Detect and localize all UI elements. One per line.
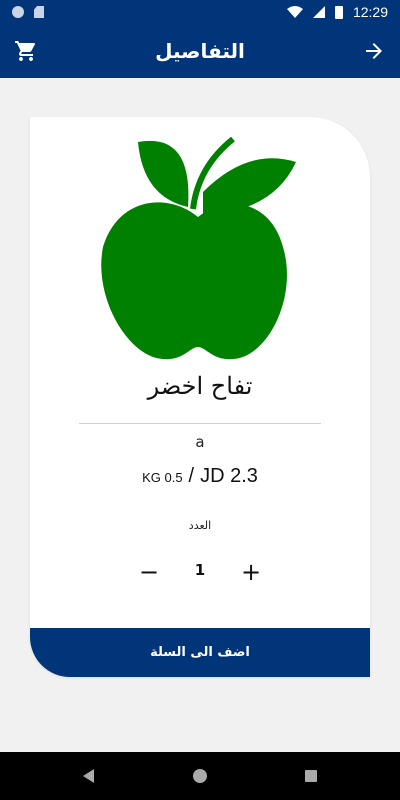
nav-recents-icon[interactable] [305, 770, 317, 782]
sd-card-icon [34, 6, 44, 18]
product-weight: KG 0.5 [142, 470, 183, 485]
product-description: a [195, 433, 205, 451]
nav-back-icon[interactable] [83, 769, 94, 783]
decrease-quantity-button[interactable]: − [139, 560, 159, 584]
notification-icon [12, 6, 24, 18]
product-name: تفاح اخضر [147, 372, 253, 400]
cart-icon[interactable] [14, 39, 38, 63]
status-left [12, 6, 44, 18]
add-to-cart-button[interactable]: اضف الى السلة [30, 628, 370, 677]
battery-icon [334, 5, 343, 19]
back-arrow-icon[interactable] [362, 39, 386, 63]
price-separator: / [188, 465, 195, 487]
quantity-label: العدد [188, 519, 212, 532]
price-line: KG 0.5 / JD 2.3 [30, 465, 370, 488]
signal-icon [312, 6, 325, 18]
wifi-icon [286, 6, 303, 18]
app-bar: التفاصيل [0, 24, 400, 78]
nav-home-icon[interactable] [193, 769, 207, 783]
status-clock: 12:29 [352, 4, 388, 20]
system-nav-bar [0, 752, 400, 800]
quantity-value: 1 [194, 561, 206, 579]
product-price: JD 2.3 [200, 465, 258, 487]
apple-icon [101, 137, 296, 360]
quantity-stepper: − 1 + [30, 557, 370, 587]
product-card: تفاح اخضر a KG 0.5 / JD 2.3 العدد − 1 + … [30, 117, 370, 677]
status-right: 12:29 [286, 4, 388, 20]
divider [79, 423, 321, 424]
status-bar: 12:29 [0, 0, 400, 24]
increase-quantity-button[interactable]: + [240, 560, 262, 584]
page-title: التفاصيل [155, 39, 245, 63]
